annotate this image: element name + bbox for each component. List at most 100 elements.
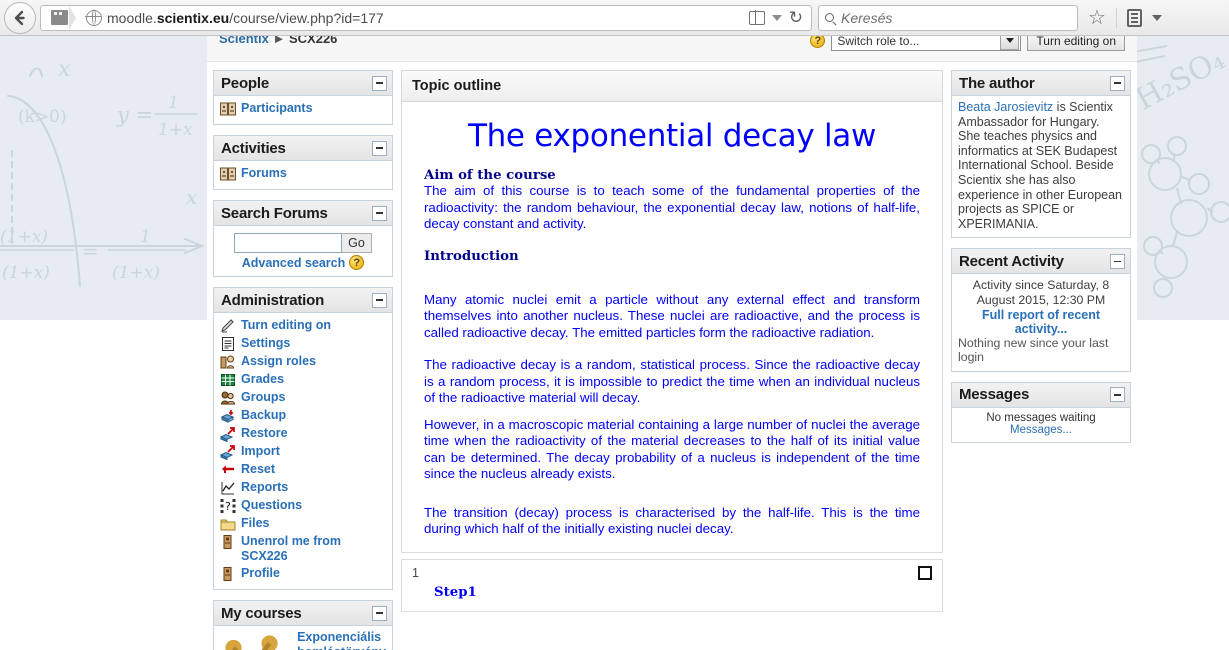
admin-item-import[interactable]: Import bbox=[220, 443, 386, 461]
block-my-courses-body: Exponenciális bomlástörvény Exponential … bbox=[213, 625, 393, 650]
admin-link[interactable]: Assign roles bbox=[241, 354, 316, 369]
chevron-down-icon[interactable] bbox=[771, 14, 782, 21]
search-icon bbox=[825, 13, 834, 22]
toolbar-divider bbox=[1115, 7, 1117, 28]
course-icon bbox=[225, 635, 278, 650]
admin-item-reset[interactable]: Reset bbox=[220, 461, 386, 479]
admin-link[interactable]: Grades bbox=[241, 372, 284, 387]
right-sidebar: The author Beata Jarosievitz is Scientix… bbox=[951, 62, 1137, 453]
collapse-button[interactable] bbox=[1110, 75, 1125, 91]
collapse-button[interactable] bbox=[372, 140, 387, 156]
admin-link[interactable]: Questions bbox=[241, 498, 302, 513]
back-button[interactable] bbox=[4, 1, 36, 34]
url-text[interactable]: moodle.scientix.eu/course/view.php?id=17… bbox=[107, 10, 749, 26]
people-icon bbox=[220, 102, 236, 116]
switch-role-select[interactable]: Switch role to... bbox=[831, 36, 1022, 51]
three-column-layout: People Participants Activities Forums Se… bbox=[207, 62, 1137, 650]
breadcrumb[interactable]: Scientix ► SCX226 bbox=[219, 36, 337, 46]
block-messages: Messages No messages waiting Messages... bbox=[951, 381, 1131, 443]
admin-item-reports[interactable]: Reports bbox=[220, 479, 386, 497]
main-content: Topic outline The exponential decay law … bbox=[393, 62, 951, 612]
admin-item-unenrol[interactable]: Unenrol me from SCX226 bbox=[220, 533, 386, 565]
intro-paragraph-1: Many atomic nuclei emit a particle witho… bbox=[424, 291, 920, 340]
block-people-title: People bbox=[221, 74, 269, 92]
admin-link[interactable]: Reports bbox=[241, 480, 288, 495]
import-box-icon bbox=[220, 445, 235, 460]
block-activities-title: Activities bbox=[221, 139, 286, 157]
block-messages-header: Messages bbox=[951, 381, 1131, 407]
admin-item-assign-roles[interactable]: Assign roles bbox=[220, 353, 386, 371]
svg-text:?: ? bbox=[225, 500, 231, 513]
admin-link[interactable]: Turn editing on bbox=[241, 318, 331, 333]
url-prefix: moodle. bbox=[107, 9, 157, 26]
section-number: 1 bbox=[412, 565, 419, 580]
collapse-button[interactable] bbox=[1110, 253, 1125, 269]
admin-item-questions[interactable]: ? Questions bbox=[220, 497, 386, 515]
admin-item-files[interactable]: Files bbox=[220, 515, 386, 533]
globe-icon bbox=[85, 8, 102, 26]
admin-link[interactable]: Restore bbox=[241, 426, 288, 441]
collapse-button[interactable] bbox=[372, 205, 387, 221]
collapse-button[interactable] bbox=[372, 605, 387, 621]
author-link[interactable]: Beata Jarosievitz bbox=[958, 100, 1053, 114]
bookmark-star-icon[interactable]: ☆ bbox=[1088, 8, 1106, 28]
unenrol-person-icon bbox=[223, 535, 232, 549]
site-identity-chip[interactable] bbox=[45, 5, 82, 30]
forums-link[interactable]: Forums bbox=[241, 166, 287, 181]
math-background-decoration: x (k>0) y = 1 1+x x (1+x) (1+x) = 1 (1+x… bbox=[0, 36, 207, 320]
breadcrumb-separator: ► bbox=[272, 36, 286, 46]
my-course-link[interactable]: Exponenciális bomlástörvény bbox=[297, 630, 386, 650]
chevron-down-icon[interactable] bbox=[1000, 36, 1020, 50]
admin-item-restore[interactable]: Restore bbox=[220, 425, 386, 443]
my-course-item[interactable]: Exponenciális bomlástörvény bbox=[220, 630, 386, 650]
admin-link[interactable]: Reset bbox=[241, 462, 275, 477]
chip-arrow-icon bbox=[69, 5, 76, 30]
block-search-forums-header: Search Forums bbox=[213, 200, 393, 225]
intro-paragraph-4: The transition (decay) process is charac… bbox=[424, 504, 920, 537]
admin-link[interactable]: Backup bbox=[241, 408, 286, 423]
participants-link[interactable]: Participants bbox=[241, 101, 313, 116]
browser-search-bar[interactable]: Keresés bbox=[818, 4, 1078, 31]
forum-search-go-button[interactable]: Go bbox=[342, 233, 372, 253]
breadcrumb-current: SCX226 bbox=[288, 36, 338, 46]
messages-link[interactable]: Messages... bbox=[1010, 424, 1072, 436]
admin-link[interactable]: Settings bbox=[241, 336, 290, 351]
turn-editing-on-button[interactable]: Turn editing on bbox=[1027, 36, 1125, 51]
collapse-button[interactable] bbox=[372, 292, 387, 308]
list-item[interactable]: Participants bbox=[220, 100, 386, 118]
admin-item-backup[interactable]: Backup bbox=[220, 407, 386, 425]
admin-link[interactable]: Groups bbox=[241, 390, 285, 405]
block-the-author: The author Beata Jarosievitz is Scientix… bbox=[951, 70, 1131, 239]
address-bar[interactable]: moodle.scientix.eu/course/view.php?id=17… bbox=[40, 4, 812, 31]
admin-link[interactable]: Profile bbox=[241, 566, 280, 581]
admin-item-turn-editing-on[interactable]: Turn editing on bbox=[220, 317, 386, 335]
list-item[interactable]: Forums bbox=[220, 165, 386, 183]
block-activities-header: Activities bbox=[213, 135, 393, 160]
admin-item-settings[interactable]: Settings bbox=[220, 335, 386, 353]
full-report-link[interactable]: Full report of recent activity... bbox=[958, 308, 1124, 336]
topic-section-1: 1 Step1 bbox=[401, 558, 943, 612]
step1-heading: Step1 bbox=[434, 584, 477, 600]
advanced-search-help-icon[interactable]: ? bbox=[349, 255, 365, 270]
overflow-chevron-icon[interactable] bbox=[1151, 14, 1162, 21]
highlight-topic-checkbox[interactable] bbox=[918, 565, 932, 580]
svg-text:(k>0): (k>0) bbox=[18, 107, 67, 127]
forum-search-input[interactable] bbox=[234, 233, 343, 253]
admin-item-profile[interactable]: Profile bbox=[220, 565, 386, 583]
breadcrumb-course[interactable]: Scientix bbox=[219, 36, 269, 46]
collapse-button[interactable] bbox=[372, 75, 387, 91]
library-icon[interactable] bbox=[1126, 8, 1142, 27]
site-content: Scientix ► SCX226 ? Switch role to... Tu… bbox=[207, 36, 1137, 650]
svg-text:x: x bbox=[58, 57, 71, 82]
admin-link[interactable]: Import bbox=[241, 444, 280, 459]
collapse-button[interactable] bbox=[1110, 387, 1125, 403]
advanced-search-link[interactable]: Advanced search bbox=[242, 256, 346, 270]
admin-item-groups[interactable]: Groups bbox=[220, 389, 386, 407]
reader-view-icon[interactable] bbox=[748, 10, 765, 25]
admin-link[interactable]: Files bbox=[241, 516, 270, 531]
switch-role-help-icon[interactable]: ? bbox=[810, 36, 826, 48]
reload-icon[interactable]: ↻ bbox=[789, 9, 803, 26]
admin-link[interactable]: Unenrol me from SCX226 bbox=[241, 534, 386, 564]
block-administration: Administration Turn editing on Settings … bbox=[213, 287, 393, 590]
admin-item-grades[interactable]: Grades bbox=[220, 371, 386, 389]
